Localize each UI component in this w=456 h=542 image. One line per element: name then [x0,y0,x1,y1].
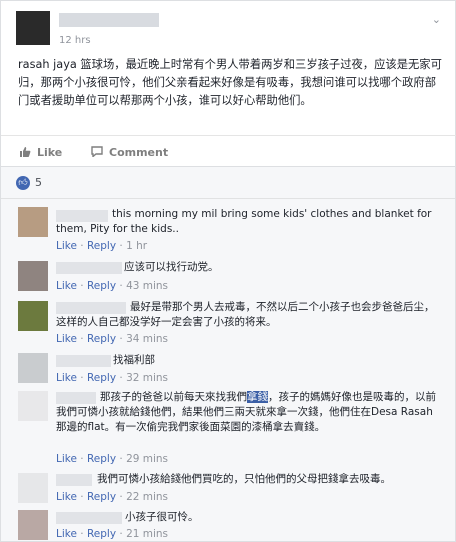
comment-like-link[interactable]: Like [56,280,77,292]
comment-meta: Like · Reply · 34 mins [56,333,169,345]
comment-time[interactable]: 22 mins [126,491,168,503]
comment-reply-link[interactable]: Reply [87,280,116,292]
author-avatar[interactable] [16,11,50,45]
post-text: rasah jaya 篮球场，最近晚上时常有个男人带着两岁和三岁孩子过夜，应该是… [18,58,442,107]
comment-text: 我們可憐小孩給錢他們買吃的，只怕他們的父母把錢拿去吸毒。 [97,473,391,485]
comment-time[interactable]: 1 hr [126,240,147,252]
comment-reply-link[interactable]: Reply [87,333,116,345]
comment-meta: Like · Reply · 1 hr [56,240,148,252]
comment-like-link[interactable]: Like [56,528,77,540]
comment-like-link[interactable]: Like [56,453,77,465]
commenter-avatar[interactable] [18,353,48,383]
comment-reply-link[interactable]: Reply [87,240,116,252]
comment-meta: Like · Reply · 29 mins [56,453,169,465]
commenter-name-redacted[interactable] [56,512,122,524]
comment-reply-link[interactable]: Reply [87,528,116,540]
post-card: 12 hrs ⌄ rasah jaya 篮球场，最近晚上时常有个男人带着两岁和三… [0,0,456,166]
author-name-redacted[interactable] [59,13,159,27]
like-button[interactable]: Like [19,146,62,159]
comment-text: this morning my mil bring some kids' clo… [56,208,432,235]
comment-like-link[interactable]: Like [56,491,77,503]
comment-time[interactable]: 29 mins [126,453,168,465]
highlighted-text: 拿錢 [247,391,268,403]
comment-time[interactable]: 21 mins [126,528,168,540]
comment-reply-link[interactable]: Reply [87,453,116,465]
chevron-down-icon[interactable]: ⌄ [432,13,441,26]
comment-meta: Like · Reply · 21 mins [56,528,169,540]
commenter-avatar[interactable] [18,301,48,331]
thumbs-up-icon [19,146,31,157]
post-actions-bar: Like Comment [1,135,456,167]
commenter-name-redacted[interactable] [56,474,92,486]
comment-bubble-icon [91,146,103,158]
comment-time[interactable]: 34 mins [126,333,168,345]
comment-text: 找福利部 [113,354,155,366]
comment-meta: Like · Reply · 43 mins [56,280,169,292]
comment-time[interactable]: 32 mins [126,372,168,384]
comment-like-link[interactable]: Like [56,372,77,384]
commenter-name-redacted[interactable] [56,262,122,274]
commenter-avatar[interactable] [18,207,48,237]
like-reaction-icon: 👍︎ [16,176,30,190]
comment-text: 那孩子的爸爸以前每天來找我們拿錢，孩子的媽媽好像也是吸毒的，以前我們可憐小孩就給… [56,391,436,433]
comment-text: 应该可以找行动党。 [124,261,219,273]
comment-time[interactable]: 43 mins [126,280,168,292]
comment-text: 小孩子很可怜。 [125,511,199,523]
commenter-avatar[interactable] [18,510,48,540]
reactions-row[interactable]: 👍︎ 5 [1,167,455,199]
commenter-avatar[interactable] [18,261,48,291]
commenter-avatar[interactable] [18,391,48,421]
post-timestamp[interactable]: 12 hrs [59,35,91,46]
commenter-name-redacted[interactable] [56,355,111,367]
comment-like-link[interactable]: Like [56,333,77,345]
comment-text: 最好是带那个男人去戒毒，不然以后二个小孩子也会步爸爸后尘，这样的人自己都没学好一… [56,301,435,328]
comments-section: 👍︎ 5 this morning my mil bring some kids… [0,166,456,542]
comment-like-link[interactable]: Like [56,240,77,252]
comment-meta: Like · Reply · 22 mins [56,491,169,503]
comment-button[interactable]: Comment [91,146,168,159]
comment-reply-link[interactable]: Reply [87,372,116,384]
reaction-count: 5 [35,176,42,189]
commenter-avatar[interactable] [18,473,48,503]
comment-reply-link[interactable]: Reply [87,491,116,503]
comment-meta: Like · Reply · 32 mins [56,372,169,384]
